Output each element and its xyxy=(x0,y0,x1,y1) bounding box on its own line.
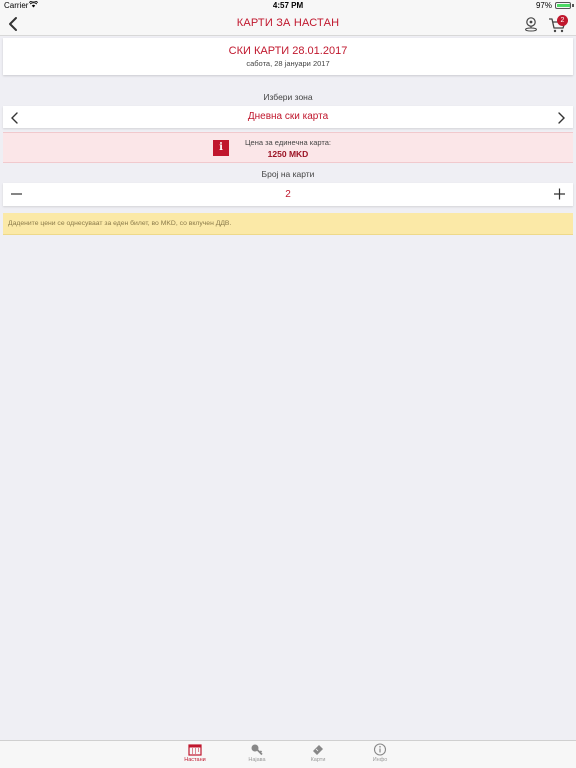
unit-price-box: i Цена за единечна карта: 1250 MKD xyxy=(3,132,573,163)
tab-label: Карти xyxy=(310,757,326,763)
tab-events[interactable]: Настани xyxy=(175,743,215,767)
tab-bar: Настани Најава Карти Инфо xyxy=(0,740,576,768)
tab-login[interactable]: Најава xyxy=(237,743,277,767)
zone-section-label: Избери зона xyxy=(263,92,313,102)
unit-price-label: Цена за единечна карта: xyxy=(245,138,331,147)
chevron-right-icon[interactable] xyxy=(556,111,566,124)
info-circle-icon xyxy=(360,743,400,756)
ticket-icon xyxy=(298,743,338,756)
quantity-stepper: 2 xyxy=(3,183,573,206)
calendar-icon xyxy=(175,743,215,756)
plus-icon[interactable] xyxy=(551,186,567,202)
tab-label: Настани xyxy=(184,757,206,763)
location-pin-icon[interactable] xyxy=(524,16,538,32)
event-title: СКИ КАРТИ 28.01.2017 xyxy=(228,45,348,57)
event-date: сабота, 28 јануари 2017 xyxy=(246,59,330,68)
price-notice: Дадените цени се однесуваат за еден биле… xyxy=(3,213,573,235)
battery-percent: 97% xyxy=(535,1,552,10)
cart-count-badge: 2 xyxy=(557,15,568,26)
unit-price-value: 1250 MKD xyxy=(267,149,309,159)
tab-info[interactable]: Инфо xyxy=(360,743,400,767)
clock: 4:57 PM xyxy=(272,1,304,10)
quantity-value: 2 xyxy=(285,189,291,200)
key-icon xyxy=(237,743,277,756)
tab-label: Најава xyxy=(248,757,266,763)
battery-icon xyxy=(555,2,571,9)
page-title: КАРТИ ЗА НАСТАН xyxy=(236,17,340,29)
tab-label: Инфо xyxy=(372,757,388,763)
battery-tip xyxy=(572,4,574,7)
battery-fill xyxy=(557,4,570,7)
tab-tickets[interactable]: Карти xyxy=(298,743,338,767)
zone-value: Дневна ски карта xyxy=(247,111,329,122)
quantity-section-label: Број на карти xyxy=(261,169,315,179)
navigation-bar: КАРТИ ЗА НАСТАН 2 xyxy=(0,12,576,36)
status-bar: Carrier 4:57 PM 97% xyxy=(0,0,576,12)
event-header-card: СКИ КАРТИ 28.01.2017 сабота, 28 јануари … xyxy=(3,38,573,75)
zone-selector: Дневна ски карта xyxy=(3,106,573,128)
